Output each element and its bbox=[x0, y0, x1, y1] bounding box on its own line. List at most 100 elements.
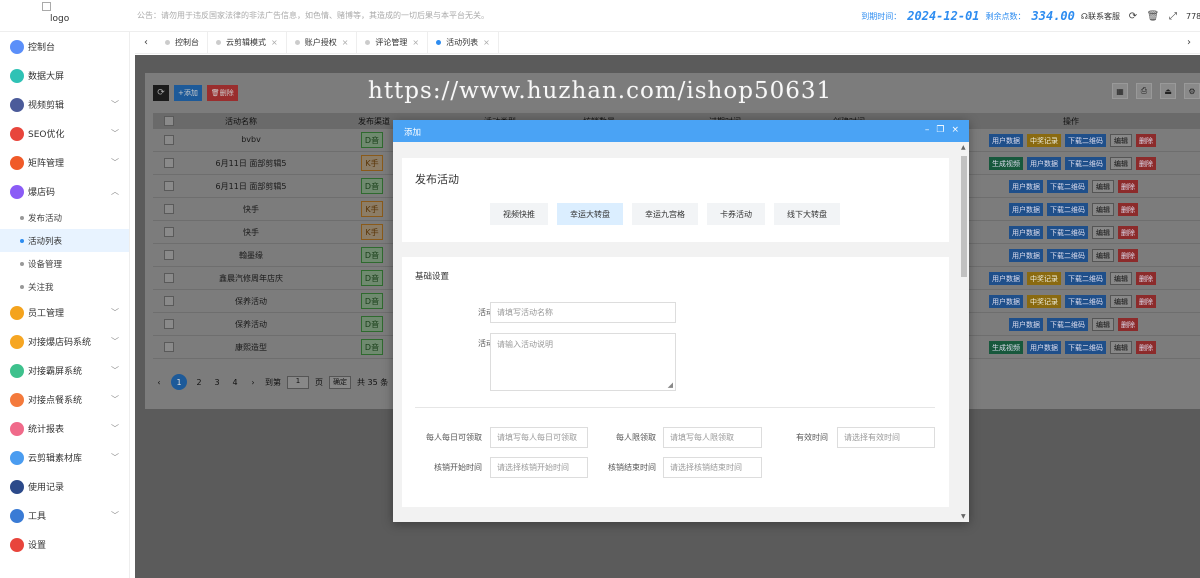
tabs-scroll-left-icon[interactable]: ‹ bbox=[135, 37, 157, 48]
minimize-icon[interactable]: – bbox=[925, 125, 930, 135]
row-action-button[interactable]: 用户数据 bbox=[1027, 157, 1061, 170]
row-action-button[interactable]: 删除 bbox=[1118, 180, 1138, 193]
trash-icon[interactable]: 🗑 bbox=[1146, 11, 1160, 22]
prev-page-icon[interactable]: ‹ bbox=[153, 378, 165, 387]
page-confirm-button[interactable]: 确定 bbox=[329, 375, 351, 389]
valid-time-input[interactable]: 请选择有效时间 bbox=[837, 427, 935, 448]
row-action-button[interactable]: 删除 bbox=[1136, 272, 1156, 285]
logo[interactable]: logo bbox=[42, 2, 78, 28]
page-number[interactable]: 3 bbox=[211, 378, 223, 387]
claim-limit-input[interactable]: 请填写每人限领取 bbox=[663, 427, 762, 448]
row-action-button[interactable]: 删除 bbox=[1136, 157, 1156, 170]
select-all-checkbox[interactable] bbox=[164, 116, 174, 126]
page-input[interactable]: 1 bbox=[287, 375, 309, 389]
sidebar-item[interactable]: 控制台 bbox=[0, 32, 129, 61]
row-action-button[interactable]: 用户数据 bbox=[1009, 180, 1043, 193]
row-action-button[interactable]: 用户数据 bbox=[1009, 203, 1043, 216]
sidebar-item[interactable]: 对接点餐系统 ﹀ bbox=[0, 385, 129, 414]
tab-close-icon[interactable]: × bbox=[342, 38, 349, 47]
activity-name-input[interactable]: 请填写活动名称 bbox=[490, 302, 676, 323]
row-action-button[interactable]: 编辑 bbox=[1110, 134, 1132, 147]
row-checkbox[interactable] bbox=[164, 204, 174, 214]
tab[interactable]: 评论管理 × bbox=[357, 31, 429, 54]
page-number[interactable]: 2 bbox=[193, 378, 205, 387]
row-action-button[interactable]: 删除 bbox=[1136, 134, 1156, 147]
sidebar-item[interactable]: 云剪辑素材库 ﹀ bbox=[0, 443, 129, 472]
sidebar-subitem[interactable]: 发布活动 bbox=[0, 206, 129, 229]
sidebar-item[interactable]: 爆店码 ︿ bbox=[0, 177, 129, 206]
row-action-button[interactable]: 用户数据 bbox=[989, 295, 1023, 308]
row-action-button[interactable]: 删除 bbox=[1118, 226, 1138, 239]
sidebar-subitem[interactable]: 关注我 bbox=[0, 275, 129, 298]
row-action-button[interactable]: 生成视频 bbox=[989, 341, 1023, 354]
activity-type-option[interactable]: 幸运九宫格 bbox=[632, 203, 698, 225]
row-action-button[interactable]: 下载二维码 bbox=[1047, 203, 1088, 216]
row-action-button[interactable]: 下载二维码 bbox=[1047, 180, 1088, 193]
sidebar-item[interactable]: 对接霸屏系统 ﹀ bbox=[0, 356, 129, 385]
row-checkbox[interactable] bbox=[164, 250, 174, 260]
row-action-button[interactable]: 用户数据 bbox=[1009, 226, 1043, 239]
row-action-button[interactable]: 编辑 bbox=[1092, 318, 1114, 331]
row-checkbox[interactable] bbox=[164, 273, 174, 283]
daily-claim-input[interactable]: 请填写每人每日可领取 bbox=[490, 427, 588, 448]
export-icon[interactable]: ⏏ bbox=[1160, 83, 1176, 99]
row-action-button[interactable]: 中奖记录 bbox=[1027, 134, 1061, 147]
resize-handle-icon[interactable]: ◢ bbox=[668, 381, 673, 389]
sidebar-item[interactable]: 数据大屏 bbox=[0, 61, 129, 90]
row-action-button[interactable]: 编辑 bbox=[1092, 180, 1114, 193]
row-action-button[interactable]: 用户数据 bbox=[1009, 249, 1043, 262]
row-checkbox[interactable] bbox=[164, 135, 174, 145]
next-page-icon[interactable]: › bbox=[247, 378, 259, 387]
row-action-button[interactable]: 中奖记录 bbox=[1027, 272, 1061, 285]
tab-close-icon[interactable]: × bbox=[412, 38, 419, 47]
sidebar-item[interactable]: 使用记录 bbox=[0, 472, 129, 501]
sidebar-subitem[interactable]: 设备管理 bbox=[0, 252, 129, 275]
row-checkbox[interactable] bbox=[164, 319, 174, 329]
maximize-icon[interactable]: ❐ bbox=[936, 125, 944, 135]
row-action-button[interactable]: 编辑 bbox=[1110, 341, 1132, 354]
sidebar-item[interactable]: 视频剪辑 ﹀ bbox=[0, 90, 129, 119]
row-action-button[interactable]: 用户数据 bbox=[989, 272, 1023, 285]
row-action-button[interactable]: 编辑 bbox=[1092, 203, 1114, 216]
tab-close-icon[interactable]: × bbox=[483, 38, 490, 47]
row-action-button[interactable]: 中奖记录 bbox=[1027, 295, 1061, 308]
row-action-button[interactable]: 用户数据 bbox=[1009, 318, 1043, 331]
row-action-button[interactable]: 下载二维码 bbox=[1047, 249, 1088, 262]
tab[interactable]: 活动列表 × bbox=[428, 31, 499, 54]
sidebar-item[interactable]: 设置 bbox=[0, 530, 129, 559]
row-action-button[interactable]: 下载二维码 bbox=[1047, 318, 1088, 331]
row-checkbox[interactable] bbox=[164, 296, 174, 306]
row-action-button[interactable]: 删除 bbox=[1118, 318, 1138, 331]
activity-type-option[interactable]: 线下大转盘 bbox=[774, 203, 840, 225]
row-action-button[interactable]: 下载二维码 bbox=[1065, 134, 1106, 147]
scroll-thumb[interactable] bbox=[961, 156, 967, 277]
row-action-button[interactable]: 删除 bbox=[1118, 203, 1138, 216]
row-action-button[interactable]: 删除 bbox=[1136, 295, 1156, 308]
fullscreen-icon[interactable]: ⤢ bbox=[1166, 11, 1180, 22]
sidebar-item[interactable]: 工具 ﹀ bbox=[0, 501, 129, 530]
row-action-button[interactable]: 下载二维码 bbox=[1065, 295, 1106, 308]
row-action-button[interactable]: 编辑 bbox=[1092, 226, 1114, 239]
row-action-button[interactable]: 用户数据 bbox=[1027, 341, 1061, 354]
row-action-button[interactable]: 下载二维码 bbox=[1065, 157, 1106, 170]
contact-service-link[interactable]: ☊联系客服 bbox=[1081, 11, 1120, 22]
activity-type-option[interactable]: 幸运大转盘 bbox=[557, 203, 623, 225]
tabs-scroll-right-icon[interactable]: › bbox=[1178, 37, 1200, 48]
row-action-button[interactable]: 下载二维码 bbox=[1047, 226, 1088, 239]
activity-type-option[interactable]: 视频快推 bbox=[490, 203, 548, 225]
tab[interactable]: 控制台 bbox=[157, 31, 208, 54]
verify-end-input[interactable]: 请选择核销结束时间 bbox=[663, 457, 762, 478]
sidebar-item[interactable]: SEO优化 ﹀ bbox=[0, 119, 129, 148]
row-checkbox[interactable] bbox=[164, 181, 174, 191]
print-icon[interactable]: ⎙ bbox=[1136, 83, 1152, 99]
sidebar-item[interactable]: 员工管理 ﹀ bbox=[0, 298, 129, 327]
tab[interactable]: 云剪辑模式 × bbox=[208, 31, 287, 54]
page-number[interactable]: 4 bbox=[229, 378, 241, 387]
row-checkbox[interactable] bbox=[164, 158, 174, 168]
columns-icon[interactable]: ▦ bbox=[1112, 83, 1128, 99]
scroll-up-icon[interactable]: ▲ bbox=[961, 144, 966, 151]
close-icon[interactable]: × bbox=[951, 125, 959, 135]
row-action-button[interactable]: 下载二维码 bbox=[1065, 341, 1106, 354]
tab[interactable]: 账户授权 × bbox=[287, 31, 358, 54]
row-action-button[interactable]: 删除 bbox=[1136, 341, 1156, 354]
